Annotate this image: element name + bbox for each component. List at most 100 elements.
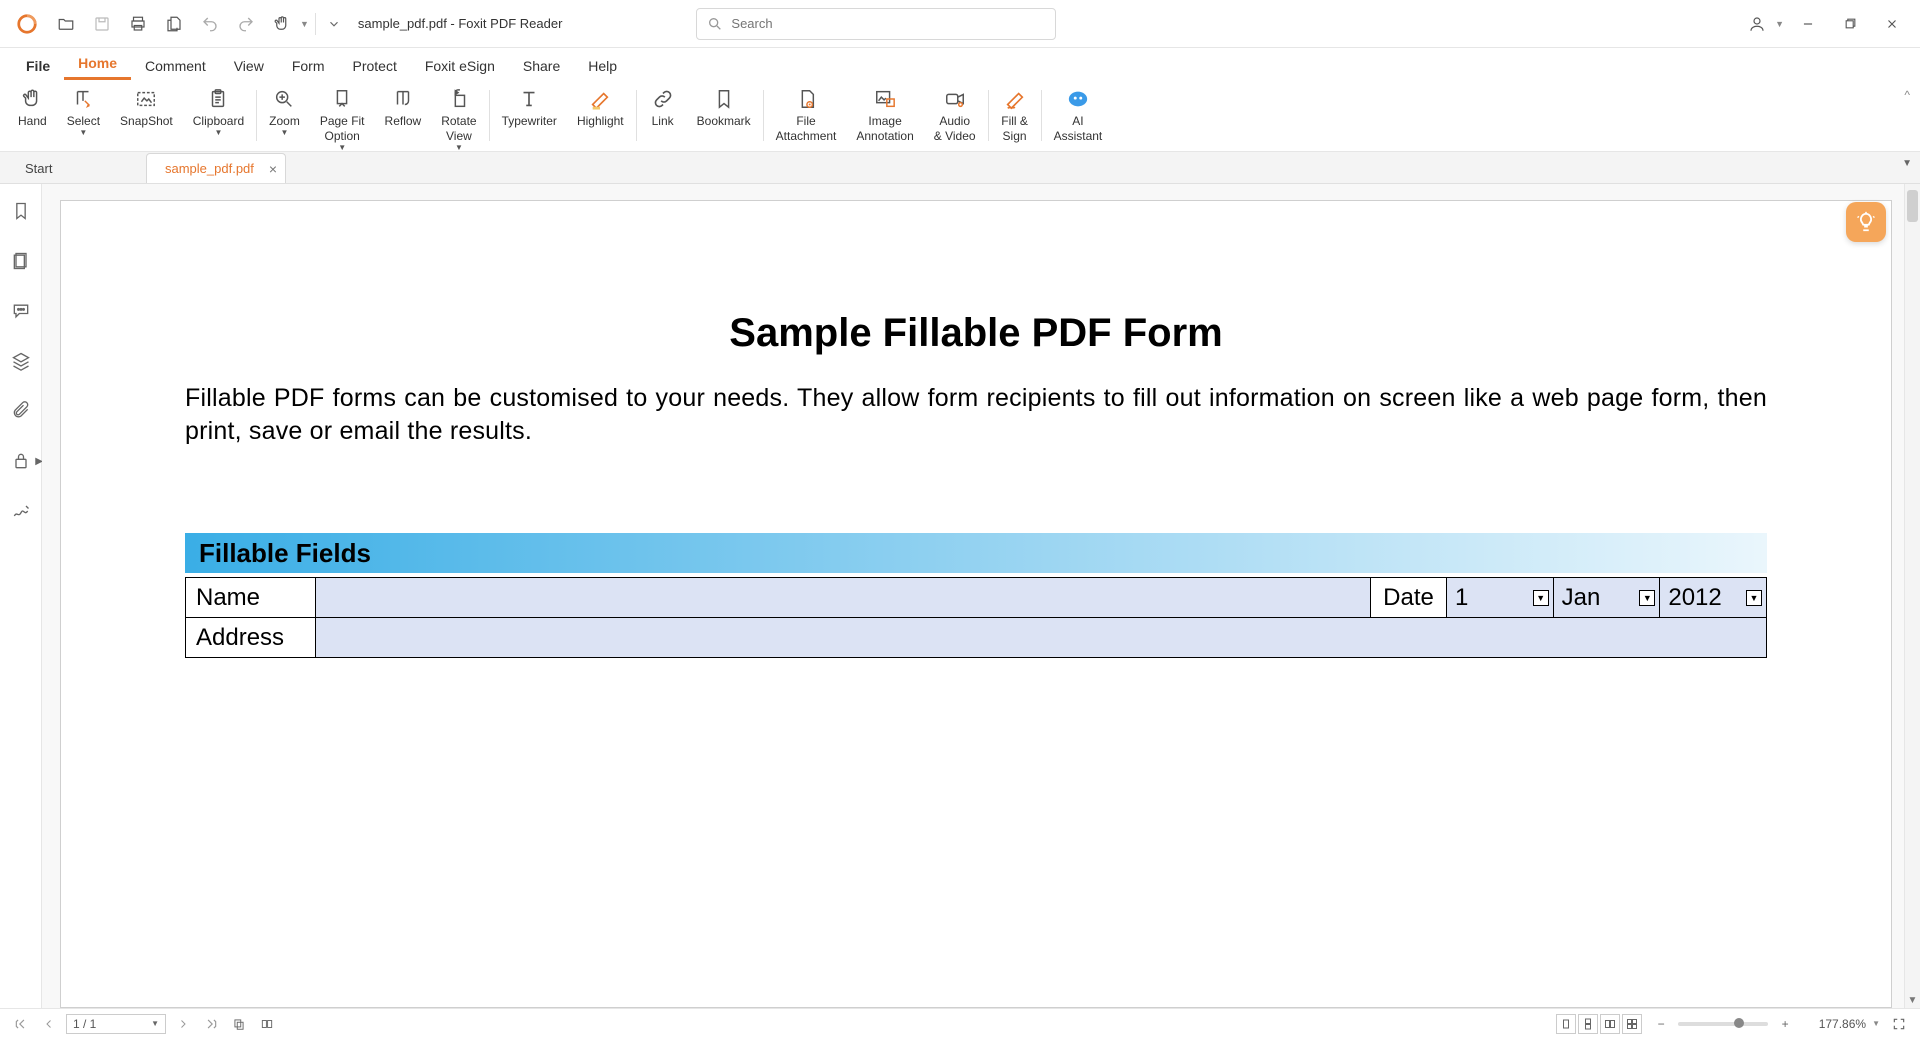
account-caret-icon[interactable]: ▼ — [1775, 19, 1784, 29]
tool-file-attachment[interactable]: File Attachment — [766, 84, 847, 144]
save-copy-button[interactable] — [158, 8, 190, 40]
hand-tool-quick-button[interactable] — [266, 8, 298, 40]
search-input[interactable] — [731, 16, 1045, 31]
input-address[interactable] — [316, 618, 1767, 658]
document-canvas[interactable]: Sample Fillable PDF Form Fillable PDF fo… — [42, 184, 1920, 1008]
scroll-down-icon[interactable]: ▼ — [1905, 995, 1920, 1006]
ribbon-collapse-button[interactable]: ^ — [1900, 84, 1914, 106]
zoom-slider[interactable] — [1678, 1022, 1768, 1026]
doc-tab-active-label: sample_pdf.pdf — [165, 161, 254, 176]
vertical-scrollbar[interactable]: ▼ — [1904, 184, 1920, 1008]
menu-tab-protect[interactable]: Protect — [338, 52, 410, 80]
page-nav: 1 / 1 ▼ — [10, 1013, 278, 1035]
chevron-down-icon[interactable]: ▼ — [1872, 1019, 1880, 1028]
doc-tab-active[interactable]: sample_pdf.pdf × — [146, 153, 286, 183]
tool-pagefit[interactable]: Page Fit Option ▼ — [310, 84, 375, 153]
tool-bookmark[interactable]: Bookmark — [687, 84, 761, 129]
fullscreen-button[interactable] — [1888, 1013, 1910, 1035]
prev-page-button[interactable] — [38, 1013, 60, 1035]
tool-hand[interactable]: Hand — [8, 84, 57, 129]
next-page-button[interactable] — [172, 1013, 194, 1035]
tool-ai-assistant[interactable]: AI Assistant — [1044, 84, 1113, 144]
dropdown-icon[interactable]: ▼ — [1746, 590, 1762, 606]
table-row: Name Date 1 ▼ Jan ▼ — [186, 578, 1767, 618]
tool-audio-video[interactable]: Audio & Video — [924, 84, 986, 144]
date-month-value: Jan — [1562, 584, 1601, 612]
ai-hint-fab[interactable] — [1846, 202, 1886, 242]
date-year-value: 2012 — [1668, 584, 1721, 612]
last-page-button[interactable] — [200, 1013, 222, 1035]
app-logo-icon — [16, 13, 38, 35]
nav-comments-button[interactable] — [8, 298, 34, 324]
document-tabs: Start sample_pdf.pdf × ▼ — [0, 152, 1920, 184]
view-continuous-button[interactable] — [1578, 1014, 1598, 1034]
nav-signatures-button[interactable] — [8, 498, 34, 524]
tool-image-annotation[interactable]: Image Annotation — [846, 84, 923, 144]
menu-tab-help[interactable]: Help — [574, 52, 631, 80]
hand-dropdown-caret-icon[interactable]: ▼ — [300, 19, 309, 29]
input-name[interactable] — [316, 578, 1371, 618]
zoom-slider-knob[interactable] — [1734, 1018, 1744, 1028]
tool-rotate[interactable]: Rotate View ▼ — [431, 84, 486, 153]
maximize-button[interactable] — [1830, 8, 1870, 40]
print-button[interactable] — [122, 8, 154, 40]
status-bar: 1 / 1 ▼ − + 177.86% ▼ — [0, 1008, 1920, 1038]
doc-intro-paragraph: Fillable PDF forms can be customised to … — [185, 382, 1767, 447]
tool-snapshot-label: SnapShot — [120, 114, 173, 129]
zoom-in-button[interactable]: + — [1774, 1013, 1796, 1035]
zoom-percent[interactable]: 177.86% — [1802, 1017, 1866, 1031]
page-clone-button[interactable] — [228, 1013, 250, 1035]
menu-tab-esign[interactable]: Foxit eSign — [411, 52, 509, 80]
save-button[interactable] — [86, 8, 118, 40]
tool-clipboard[interactable]: Clipboard ▼ — [183, 84, 254, 138]
page-indicator[interactable]: 1 / 1 ▼ — [66, 1014, 166, 1034]
tool-select[interactable]: Select ▼ — [57, 84, 110, 138]
scrollbar-thumb[interactable] — [1907, 190, 1918, 222]
menu-tab-form[interactable]: Form — [278, 52, 339, 80]
tool-link[interactable]: Link — [639, 84, 687, 129]
date-day-select[interactable]: 1 ▼ — [1447, 578, 1554, 617]
minimize-button[interactable] — [1788, 8, 1828, 40]
nav-pages-button[interactable] — [8, 248, 34, 274]
zoom-out-button[interactable]: − — [1650, 1013, 1672, 1035]
tool-highlight[interactable]: Highlight — [567, 84, 634, 129]
date-year-select[interactable]: 2012 ▼ — [1660, 578, 1766, 617]
page-arrange-button[interactable] — [256, 1013, 278, 1035]
date-month-select[interactable]: Jan ▼ — [1554, 578, 1661, 617]
tool-fill-sign[interactable]: Fill & Sign — [991, 84, 1039, 144]
view-mode-buttons — [1556, 1014, 1642, 1034]
pdf-page: Sample Fillable PDF Form Fillable PDF fo… — [60, 200, 1892, 1008]
dropdown-icon[interactable]: ▼ — [1639, 590, 1655, 606]
redo-button[interactable] — [230, 8, 262, 40]
tool-snapshot[interactable]: SnapShot — [110, 84, 183, 129]
tool-zoom[interactable]: Zoom ▼ — [259, 84, 310, 138]
doc-tabs-more-button[interactable]: ▼ — [1902, 158, 1912, 169]
view-facing-button[interactable] — [1600, 1014, 1620, 1034]
menu-tab-comment[interactable]: Comment — [131, 52, 220, 80]
nav-attachments-button[interactable] — [8, 398, 34, 424]
tool-ai-assistant-label: AI Assistant — [1054, 114, 1103, 144]
close-button[interactable] — [1872, 8, 1912, 40]
account-button[interactable] — [1741, 8, 1773, 40]
dropdown-icon[interactable]: ▼ — [1533, 590, 1549, 606]
nav-layers-button[interactable] — [8, 348, 34, 374]
undo-button[interactable] — [194, 8, 226, 40]
menu-tab-share[interactable]: Share — [509, 52, 574, 80]
ribbon-separator — [636, 90, 637, 141]
view-single-button[interactable] — [1556, 1014, 1576, 1034]
view-facing-continuous-button[interactable] — [1622, 1014, 1642, 1034]
tool-typewriter[interactable]: Typewriter — [492, 84, 567, 129]
nav-security-button[interactable] — [8, 448, 34, 474]
tool-reflow[interactable]: Reflow — [375, 84, 432, 129]
menu-tab-view[interactable]: View — [220, 52, 278, 80]
menu-tab-home[interactable]: Home — [64, 49, 131, 80]
doc-tab-start[interactable]: Start — [6, 153, 146, 183]
first-page-button[interactable] — [10, 1013, 32, 1035]
menu-tab-file[interactable]: File — [12, 52, 64, 80]
global-search[interactable] — [696, 8, 1056, 40]
chevron-down-icon[interactable]: ▼ — [151, 1019, 159, 1028]
close-tab-icon[interactable]: × — [269, 161, 277, 177]
open-file-button[interactable] — [50, 8, 82, 40]
nav-bookmarks-button[interactable] — [8, 198, 34, 224]
collapse-qat-button[interactable] — [322, 17, 346, 31]
